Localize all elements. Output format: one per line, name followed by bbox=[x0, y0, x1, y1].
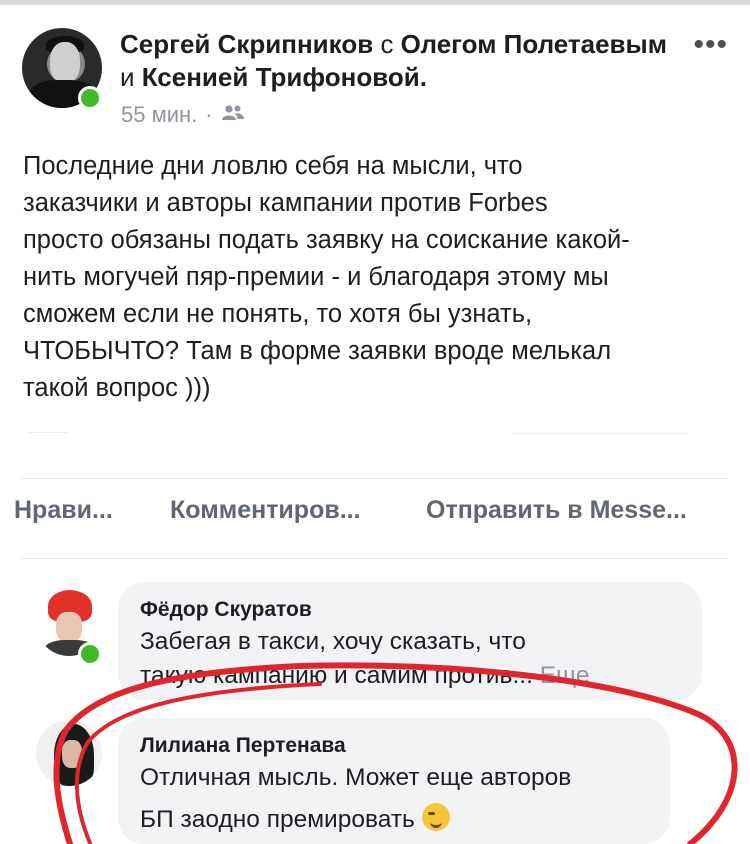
comment-text-line-2: БП заодно премировать bbox=[140, 802, 450, 838]
comment-avatar-2[interactable] bbox=[36, 720, 102, 786]
post-text: Последние дни ловлю себя на мысли, что з… bbox=[23, 152, 630, 402]
comment-bubble-1: Фёдор Скуратов Забегая в такси, хочу ска… bbox=[118, 582, 702, 700]
meta-separator: · bbox=[205, 102, 213, 127]
tagged-user-1-link[interactable]: Олегом Полетаевым bbox=[401, 29, 667, 59]
more-dots-icon[interactable]: ••• bbox=[693, 30, 728, 60]
post-timestamp[interactable]: 55 мин. bbox=[121, 102, 197, 128]
comment-text-ending: БП заодно премировать bbox=[140, 806, 415, 833]
post-actions: Нрави... Комментиров... Отправить в Mess… bbox=[0, 496, 750, 540]
friends-icon bbox=[221, 102, 245, 128]
comment-author-2[interactable]: Лилиана Пертенава bbox=[140, 734, 346, 758]
faint-artifact-left bbox=[28, 432, 68, 433]
avatar-face bbox=[62, 740, 82, 768]
divider-bottom bbox=[22, 558, 728, 559]
post-meta: 55 мин. · bbox=[121, 102, 245, 128]
send-messenger-button[interactable]: Отправить в Messe... bbox=[426, 496, 687, 525]
comment-text-line-2: такую кампанию и самим против... Еще bbox=[140, 658, 590, 694]
with-word: с bbox=[380, 29, 394, 59]
top-bar bbox=[0, 0, 750, 5]
comment-text-truncated: такую кампанию и самим против... bbox=[140, 662, 533, 689]
comment-author-1[interactable]: Фёдор Скуратов bbox=[140, 598, 312, 622]
online-status-indicator bbox=[78, 86, 102, 110]
faint-artifact-right bbox=[510, 433, 690, 434]
like-button[interactable]: Нрави... bbox=[14, 496, 113, 525]
author-name-link[interactable]: Сергей Скрипников bbox=[120, 29, 373, 59]
tagged-user-2-link[interactable]: Ксенией Трифоновой bbox=[142, 62, 420, 92]
post-header: Сергей Скрипников с Олегом Полетаевым и … bbox=[120, 28, 680, 94]
comment-text-line-1: Отличная мысль. Может еще авторов bbox=[140, 764, 572, 791]
and-word: и bbox=[120, 62, 135, 92]
avatar-face bbox=[56, 612, 82, 642]
wink-emoji-icon bbox=[421, 803, 450, 831]
header-period: . bbox=[419, 62, 427, 92]
online-status-indicator bbox=[78, 642, 102, 666]
comment-text-line-1: Забегая в такси, хочу сказать, что bbox=[140, 628, 526, 655]
comment-button[interactable]: Комментиров... bbox=[170, 496, 361, 525]
avatar-face bbox=[50, 42, 80, 82]
see-more-link[interactable]: Еще bbox=[540, 662, 590, 689]
comment-bubble-2: Лилиана Пертенава Отличная мысль. Может … bbox=[118, 718, 670, 844]
divider-top bbox=[22, 478, 728, 479]
